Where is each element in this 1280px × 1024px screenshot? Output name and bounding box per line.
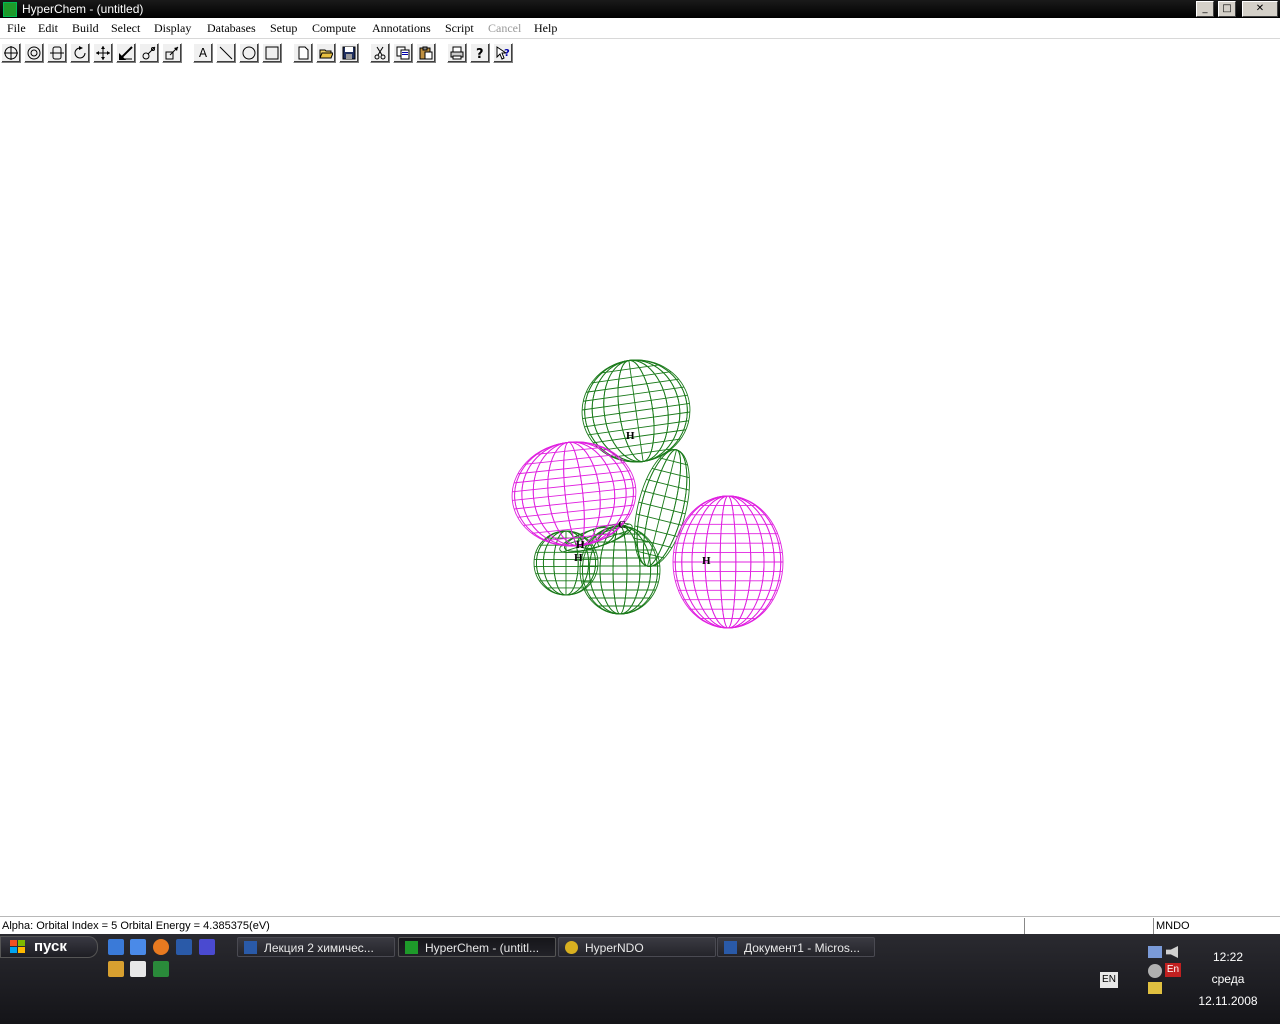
menu-compute[interactable]: Compute xyxy=(312,21,356,36)
hyperndo-icon xyxy=(565,941,578,954)
windows-flag-icon xyxy=(10,940,25,953)
orbital-lobe-magenta xyxy=(672,495,784,629)
status-bar: Alpha: Orbital Index = 5 Orbital Energy … xyxy=(0,916,1280,935)
status-method: MNDO xyxy=(1156,920,1190,932)
rotate-out-of-plane-icon[interactable] xyxy=(47,43,67,63)
menu-annotations[interactable]: Annotations xyxy=(372,21,431,36)
start-button[interactable]: пуск xyxy=(0,936,98,958)
window-title: HyperChem - (untitled) xyxy=(22,2,144,16)
word-icon[interactable] xyxy=(176,939,192,955)
menu-select[interactable]: Select xyxy=(111,21,140,36)
menu-setup[interactable]: Setup xyxy=(270,21,297,36)
select-tool-icon[interactable] xyxy=(24,43,44,63)
orbital-lobe-green xyxy=(579,525,661,615)
atom-label-h[interactable]: H xyxy=(574,552,583,564)
settings-icon[interactable] xyxy=(1148,964,1162,978)
save-disk-icon[interactable] xyxy=(199,939,215,955)
rotate-in-plane-icon[interactable] xyxy=(70,43,90,63)
orbital-lobe-magenta xyxy=(511,441,637,547)
document-icon[interactable] xyxy=(130,961,146,977)
clock-time[interactable]: 12:22 xyxy=(1188,950,1268,964)
translate-icon[interactable] xyxy=(93,43,113,63)
z-translate-icon[interactable] xyxy=(116,43,136,63)
ie-alt-icon[interactable] xyxy=(130,939,146,955)
minimize-button[interactable]: _ xyxy=(1196,1,1214,17)
task-hyperchem[interactable]: HyperChem - (untitl... xyxy=(398,937,556,957)
text-annotation-icon[interactable]: A xyxy=(193,43,213,63)
close-button[interactable]: ✕ xyxy=(1242,1,1278,17)
language-bar[interactable]: EN xyxy=(1100,972,1118,988)
clock-date: 12.11.2008 xyxy=(1198,994,1258,1008)
ie-icon[interactable] xyxy=(108,939,124,955)
menu-script[interactable]: Script xyxy=(445,21,474,36)
system-tray: EN En 12:22 среда 12.11.2008 xyxy=(1090,934,1280,1024)
menu-help[interactable]: Help xyxy=(534,21,557,36)
line-annotation-icon[interactable] xyxy=(216,43,236,63)
save-file-icon[interactable] xyxy=(339,43,359,63)
toolbar: A ? ? xyxy=(0,40,1280,65)
menu-build[interactable]: Build xyxy=(72,21,99,36)
language-indicator[interactable]: En xyxy=(1165,963,1181,977)
atom-label-c[interactable]: C xyxy=(618,519,626,531)
task-lecture-doc[interactable]: Лекция 2 химичес... xyxy=(237,937,395,957)
status-divider xyxy=(1153,918,1154,934)
molecule-workspace[interactable]: H C H H H xyxy=(0,66,1280,916)
status-divider xyxy=(1024,918,1025,934)
help-icon[interactable]: ? xyxy=(470,43,490,63)
status-message: Alpha: Orbital Index = 5 Orbital Energy … xyxy=(2,920,270,932)
orbital-canvas: H C H H H xyxy=(511,359,784,629)
word-icon xyxy=(244,941,257,954)
paste-icon[interactable] xyxy=(416,43,436,63)
new-file-icon[interactable] xyxy=(293,43,313,63)
tool-icon[interactable] xyxy=(108,961,124,977)
network-icon[interactable] xyxy=(1148,946,1162,958)
z-clip-icon[interactable] xyxy=(162,43,182,63)
copy-icon[interactable] xyxy=(393,43,413,63)
draw-tool-icon[interactable] xyxy=(1,43,21,63)
ellipse-annotation-icon[interactable] xyxy=(239,43,259,63)
task-hyperndo[interactable]: HyperNDO xyxy=(558,937,716,957)
rectangle-annotation-icon[interactable] xyxy=(262,43,282,63)
atom-label-h[interactable]: H xyxy=(576,539,585,551)
svg-text:?: ? xyxy=(504,48,510,59)
atom-label-h[interactable]: H xyxy=(702,555,711,567)
volume-icon[interactable] xyxy=(1166,946,1178,958)
cut-icon[interactable] xyxy=(370,43,390,63)
menu-databases[interactable]: Databases xyxy=(207,21,256,36)
context-help-icon[interactable]: ? xyxy=(493,43,513,63)
clock-day: среда xyxy=(1211,972,1245,986)
open-file-icon[interactable] xyxy=(316,43,336,63)
svg-text:?: ? xyxy=(476,47,484,60)
hyperchem-icon xyxy=(405,941,418,954)
tray-tool-icon[interactable] xyxy=(1148,982,1162,994)
zoom-icon[interactable] xyxy=(139,43,159,63)
atom-label-h[interactable]: H xyxy=(626,430,635,442)
menu-edit[interactable]: Edit xyxy=(38,21,58,36)
menu-display[interactable]: Display xyxy=(154,21,191,36)
menu-bar: File Edit Build Select Display Databases… xyxy=(0,18,1280,39)
task-document1[interactable]: Документ1 - Micros... xyxy=(717,937,875,957)
word-icon xyxy=(724,941,737,954)
title-bar: HyperChem - (untitled) _ □ ✕ xyxy=(0,0,1280,18)
start-label: пуск xyxy=(34,938,67,955)
print-icon[interactable] xyxy=(447,43,467,63)
taskbar: пуск Лекция 2 химичес... HyperChem - (un… xyxy=(0,934,1280,1024)
maximize-button[interactable]: □ xyxy=(1218,1,1236,17)
firefox-icon[interactable] xyxy=(153,939,169,955)
hyperchem-app-icon[interactable] xyxy=(3,2,17,17)
menu-cancel: Cancel xyxy=(488,21,522,35)
menu-file[interactable]: File xyxy=(7,21,26,36)
excel-icon[interactable] xyxy=(153,961,169,977)
